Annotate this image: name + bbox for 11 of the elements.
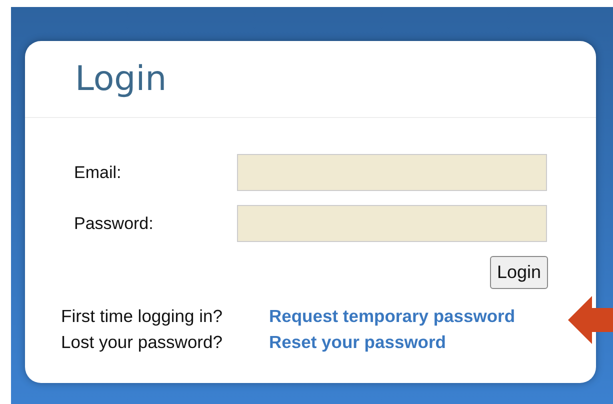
field-label: Password: [74,214,154,234]
input-field[interactable] [237,205,547,242]
help-link[interactable]: Reset your password [269,329,446,355]
field-label: Email: [74,162,122,182]
input-field[interactable] [237,154,547,191]
prompt-text: First time logging in? [61,305,224,328]
help-link[interactable]: Request temporary password [269,303,516,329]
prompt-text: Lost your password? [61,331,224,354]
login-button[interactable]: Login [490,256,548,289]
arrow-icon [566,294,613,346]
login-title: Login [75,59,167,99]
